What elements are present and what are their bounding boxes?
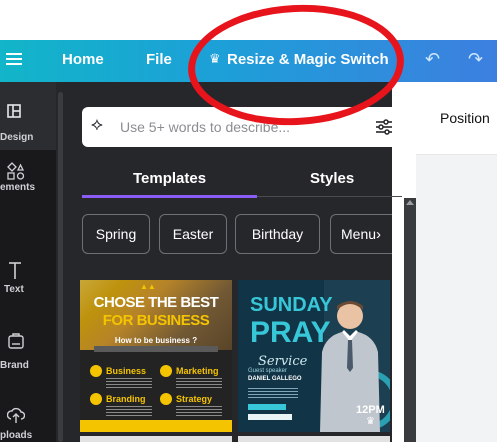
rail-item-uploads[interactable]: ploads — [0, 404, 56, 442]
card-footer-bar — [80, 420, 232, 432]
template-search[interactable]: ⟡ Use 5+ words to describe... — [82, 107, 402, 147]
chip-menu-label: Menu — [341, 226, 377, 242]
layout-icon — [7, 104, 21, 118]
bullet-icon — [90, 365, 102, 377]
template-card-partial[interactable] — [80, 436, 232, 442]
undo-icon[interactable]: ↶ — [425, 49, 440, 70]
tab-track — [257, 196, 402, 197]
chip-spring[interactable]: Spring — [82, 214, 150, 254]
active-tab-indicator — [82, 195, 257, 198]
card-item: Marketing — [176, 366, 219, 376]
home-button[interactable]: Home — [62, 51, 104, 68]
scroll-up-arrow-icon[interactable] — [406, 200, 414, 205]
template-card-business[interactable]: ▲▲ CHOSE THE BEST FOR BUSINESS How to be… — [80, 280, 232, 432]
rail-item-elements[interactable]: ements — [0, 162, 56, 222]
card-item-text — [176, 406, 222, 418]
resize-magic-switch-button[interactable]: Resize & Magic Switch — [227, 51, 389, 68]
elements-icon — [7, 162, 25, 180]
card-website — [248, 414, 292, 420]
panel-scrollbar[interactable] — [58, 92, 63, 442]
chevron-right-icon[interactable]: › — [376, 226, 381, 243]
card-item-text — [106, 378, 152, 390]
rail-item-brand[interactable]: Brand — [0, 330, 56, 380]
rail-label: ements — [0, 182, 36, 193]
window-margin — [0, 0, 497, 40]
chip-menu[interactable]: Menu› — [330, 214, 392, 254]
tab-styles[interactable]: Styles — [310, 170, 354, 187]
premium-crown-icon: ♛ — [366, 416, 375, 427]
bullet-icon — [90, 393, 102, 405]
brand-logo-icon: ▲▲ — [140, 282, 156, 291]
chip-easter[interactable]: Easter — [159, 214, 227, 254]
card-time: 12PM — [356, 404, 385, 416]
tab-templates[interactable]: Templates — [133, 170, 206, 187]
chip-birthday[interactable]: Birthday — [235, 214, 320, 254]
bullet-icon — [160, 393, 172, 405]
card-item: Strategy — [176, 394, 213, 404]
rail-label: Text — [4, 284, 24, 295]
filter-icon[interactable] — [374, 117, 394, 137]
vertical-scrollbar[interactable] — [404, 198, 416, 442]
search-input[interactable]: Use 5+ words to describe... — [120, 119, 290, 135]
card-body-text — [248, 388, 298, 398]
card-item: Branding — [106, 394, 146, 404]
template-card-sunday-pray[interactable]: SUNDAY PRAY Service Guest speaker DANIEL… — [238, 280, 390, 432]
card-item: Business — [106, 366, 147, 376]
card-speaker-label: Guest speaker — [248, 368, 288, 374]
side-rail: Design ements Text Brand ploads — [0, 82, 56, 442]
upload-icon — [7, 407, 25, 423]
card-subtitle: Service — [258, 354, 308, 369]
bullet-icon — [160, 365, 172, 377]
canvas-area[interactable] — [416, 155, 497, 442]
rail-item-design[interactable]: Design — [0, 82, 56, 150]
crown-icon: ♛ — [209, 51, 221, 66]
card-headline-accent: FOR BUSINESS — [102, 312, 210, 329]
rail-item-text[interactable]: Text — [0, 252, 56, 302]
card-item-text — [106, 406, 152, 418]
position-tab[interactable]: Position — [440, 110, 490, 126]
brand-icon — [8, 333, 24, 349]
template-card-partial[interactable] — [238, 436, 390, 442]
text-icon — [9, 262, 21, 279]
top-toolbar: Home File ♛ Resize & Magic Switch ↶ ↷ — [0, 40, 497, 82]
card-cta — [248, 404, 286, 410]
card-question: How to be business ? — [114, 336, 198, 345]
redo-icon[interactable]: ↷ — [468, 49, 483, 70]
card-body-text — [94, 346, 218, 352]
position-panel: Position — [416, 82, 497, 442]
hamburger-menu-icon[interactable] — [6, 50, 22, 70]
card-speaker-name: DANIEL GALLEGO — [248, 376, 302, 382]
rail-label: ploads — [0, 430, 33, 441]
magic-search-icon: ⟡ — [91, 114, 103, 134]
file-menu[interactable]: File — [146, 51, 172, 68]
rail-label: Brand — [0, 360, 29, 371]
card-headline: CHOSE THE BEST — [93, 294, 219, 311]
rail-label: Design — [0, 132, 34, 143]
card-item-text — [176, 378, 222, 390]
